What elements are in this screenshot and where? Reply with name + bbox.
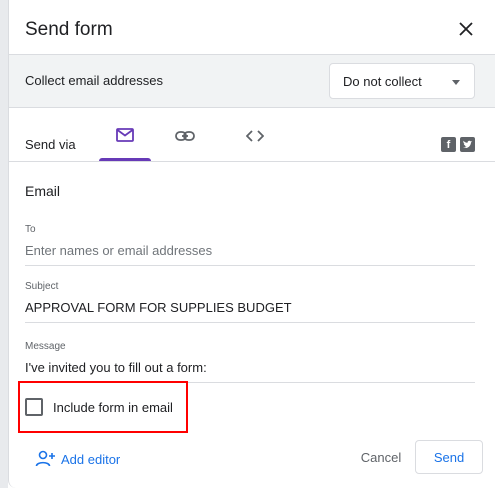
cancel-button[interactable]: Cancel [349, 440, 413, 474]
dialog-header: Send form [25, 16, 479, 44]
tab-link[interactable] [159, 126, 211, 160]
subject-label: Subject [25, 281, 59, 292]
highlight-annotation-box [18, 381, 188, 433]
facebook-share-button[interactable]: f [441, 137, 456, 152]
dialog-title: Send form [25, 19, 113, 40]
message-label: Message [25, 341, 66, 352]
embed-code-icon [246, 130, 264, 142]
add-person-icon [35, 450, 55, 467]
send-via-row: Send via f [9, 108, 495, 162]
collect-email-dropdown[interactable]: Do not collect [329, 63, 475, 99]
link-icon [175, 131, 195, 141]
collect-email-label: Collect email addresses [25, 73, 164, 88]
collect-email-selected: Do not collect [343, 74, 422, 89]
collect-email-bar: Collect email addresses Do not collect [9, 54, 495, 108]
send-button[interactable]: Send [415, 440, 483, 474]
send-via-label: Send via [25, 137, 76, 152]
chevron-down-icon [452, 80, 460, 85]
send-form-dialog: Send form Collect email addresses Do not… [8, 0, 495, 488]
to-input[interactable]: Enter names or email addresses [25, 235, 475, 266]
to-field: To Enter names or email addresses [25, 224, 475, 266]
twitter-icon [463, 140, 473, 149]
close-icon [459, 22, 473, 36]
tab-embed[interactable] [229, 126, 281, 160]
close-button[interactable] [455, 18, 477, 40]
message-input[interactable]: I've invited you to fill out a form: [25, 352, 475, 383]
to-label: To [25, 224, 36, 235]
email-icon [116, 128, 134, 142]
add-editor-label: Add editor [61, 452, 121, 467]
message-field: Message I've invited you to fill out a f… [25, 341, 475, 383]
facebook-icon: f [446, 139, 451, 151]
email-section-title: Email [25, 183, 61, 199]
background-page-edge [0, 0, 8, 488]
subject-field: Subject APPROVAL FORM FOR SUPPLIES BUDGE… [25, 281, 475, 323]
twitter-share-button[interactable] [460, 137, 475, 152]
tab-email[interactable] [99, 126, 151, 161]
subject-input[interactable]: APPROVAL FORM FOR SUPPLIES BUDGET [25, 292, 475, 323]
